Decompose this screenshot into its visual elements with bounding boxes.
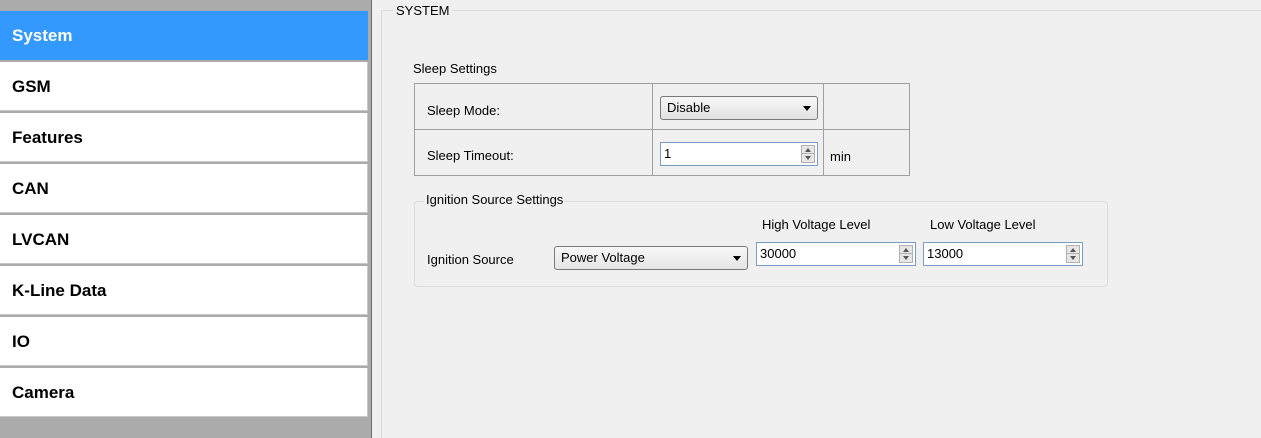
sidebar-item-camera[interactable]: Camera <box>0 368 368 417</box>
high-voltage-input[interactable]: 30000 <box>756 242 916 266</box>
sidebar-item-label: GSM <box>12 77 51 96</box>
sidebar-item-lvcan[interactable]: LVCAN <box>0 215 368 264</box>
low-voltage-input[interactable]: 13000 <box>923 242 1083 266</box>
sidebar: System GSM Features CAN LVCAN K-Line Dat… <box>0 0 372 438</box>
chevron-down-icon <box>803 106 811 111</box>
spin-down-icon <box>805 156 811 160</box>
sidebar-item-label: System <box>12 26 73 45</box>
spinner-buttons[interactable] <box>1066 245 1080 263</box>
low-voltage-label: Low Voltage Level <box>930 217 1036 232</box>
high-voltage-label: High Voltage Level <box>762 217 871 232</box>
sidebar-item-features[interactable]: Features <box>0 113 368 162</box>
sidebar-item-label: IO <box>12 332 30 351</box>
sidebar-item-system[interactable]: System <box>0 11 368 60</box>
spinner-buttons[interactable] <box>801 145 815 163</box>
sidebar-item-label: Features <box>12 128 83 147</box>
system-group-title: SYSTEM <box>393 3 453 18</box>
sidebar-item-can[interactable]: CAN <box>0 164 368 213</box>
ignition-source-label: Ignition Source <box>427 252 514 267</box>
ignition-source-select[interactable]: Power Voltage <box>554 246 748 270</box>
sleep-settings-title: Sleep Settings <box>413 61 497 76</box>
sleep-mode-value: Disable <box>667 100 711 115</box>
spinner-buttons[interactable] <box>899 245 913 263</box>
spin-up-icon <box>805 148 811 152</box>
sidebar-item-label: K-Line Data <box>12 281 107 300</box>
sidebar-item-label: LVCAN <box>12 230 70 249</box>
sidebar-item-label: Camera <box>12 383 75 402</box>
spin-down-icon <box>903 256 909 260</box>
chevron-down-icon <box>733 256 741 261</box>
sidebar-item-kline-data[interactable]: K-Line Data <box>0 266 368 315</box>
spin-up-icon <box>903 248 909 252</box>
spin-up-icon <box>1070 248 1076 252</box>
sidebar-item-label: CAN <box>12 179 49 198</box>
high-voltage-value: 30000 <box>760 246 797 261</box>
configurator-window: System GSM Features CAN LVCAN K-Line Dat… <box>0 0 1261 438</box>
ignition-settings-title: Ignition Source Settings <box>424 192 566 207</box>
ignition-source-value: Power Voltage <box>561 250 645 265</box>
sleep-mode-label: Sleep Mode: <box>427 103 500 118</box>
sleep-timeout-label: Sleep Timeout: <box>427 148 514 163</box>
sleep-timeout-unit: min <box>830 149 851 164</box>
spin-down-icon <box>1070 256 1076 260</box>
low-voltage-value: 13000 <box>927 246 964 261</box>
sleep-mode-select[interactable]: Disable <box>660 96 818 120</box>
sidebar-item-io[interactable]: IO <box>0 317 368 366</box>
sleep-timeout-input[interactable]: 1 <box>660 142 818 166</box>
sidebar-item-gsm[interactable]: GSM <box>0 62 368 111</box>
sleep-timeout-value: 1 <box>664 146 672 161</box>
